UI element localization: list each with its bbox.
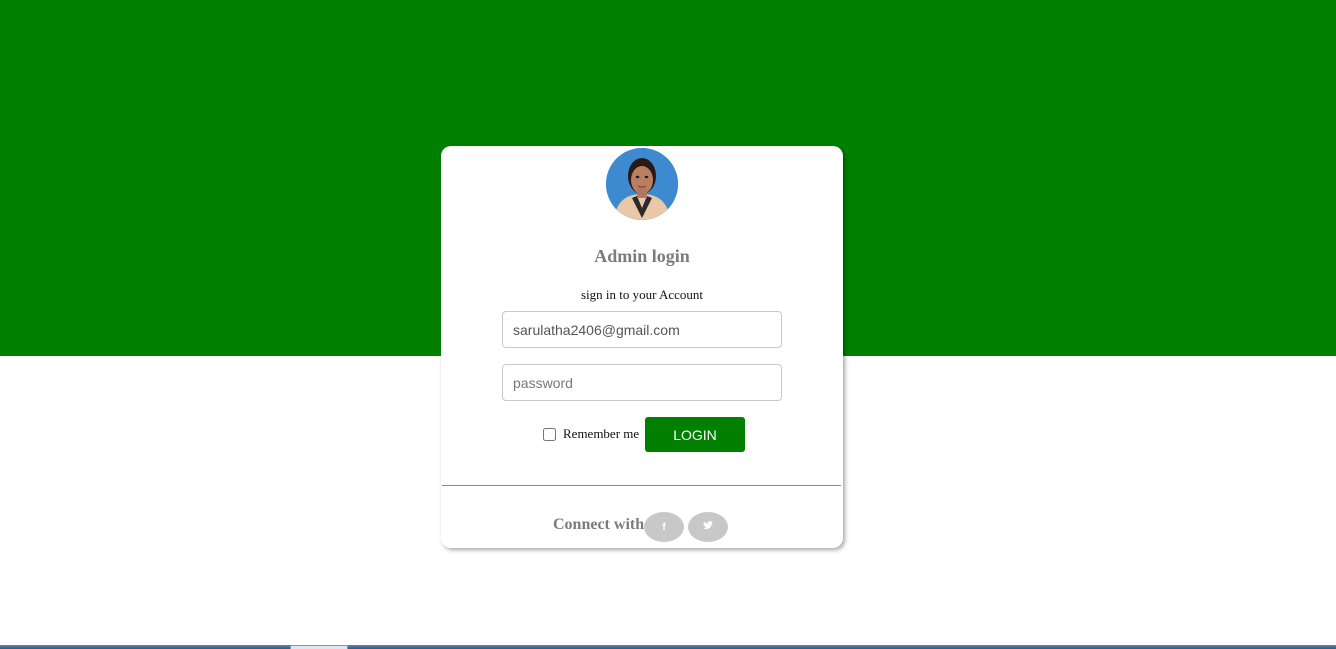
login-button[interactable]: LOGIN — [645, 417, 745, 452]
subtitle: sign in to your Account — [580, 287, 704, 302]
remember-me-label: Remember me — [563, 426, 640, 441]
twitter-button[interactable] — [688, 512, 728, 542]
twitter-icon — [703, 521, 713, 533]
taskbar-tab[interactable] — [290, 645, 348, 649]
divider — [442, 485, 841, 486]
facebook-icon: f — [662, 521, 666, 533]
taskbar — [0, 645, 1336, 649]
connect-with-label: Connect with — [553, 516, 645, 533]
password-input[interactable] — [502, 364, 782, 401]
facebook-button[interactable]: f — [644, 512, 684, 542]
remember-me-checkbox[interactable] — [543, 427, 556, 441]
page-title: Admin login — [594, 246, 690, 266]
login-card: Admin login sign in to your Account Reme… — [441, 146, 843, 548]
email-input[interactable] — [502, 311, 782, 348]
admin-avatar — [606, 148, 678, 220]
remember-me[interactable]: Remember me — [543, 426, 639, 442]
